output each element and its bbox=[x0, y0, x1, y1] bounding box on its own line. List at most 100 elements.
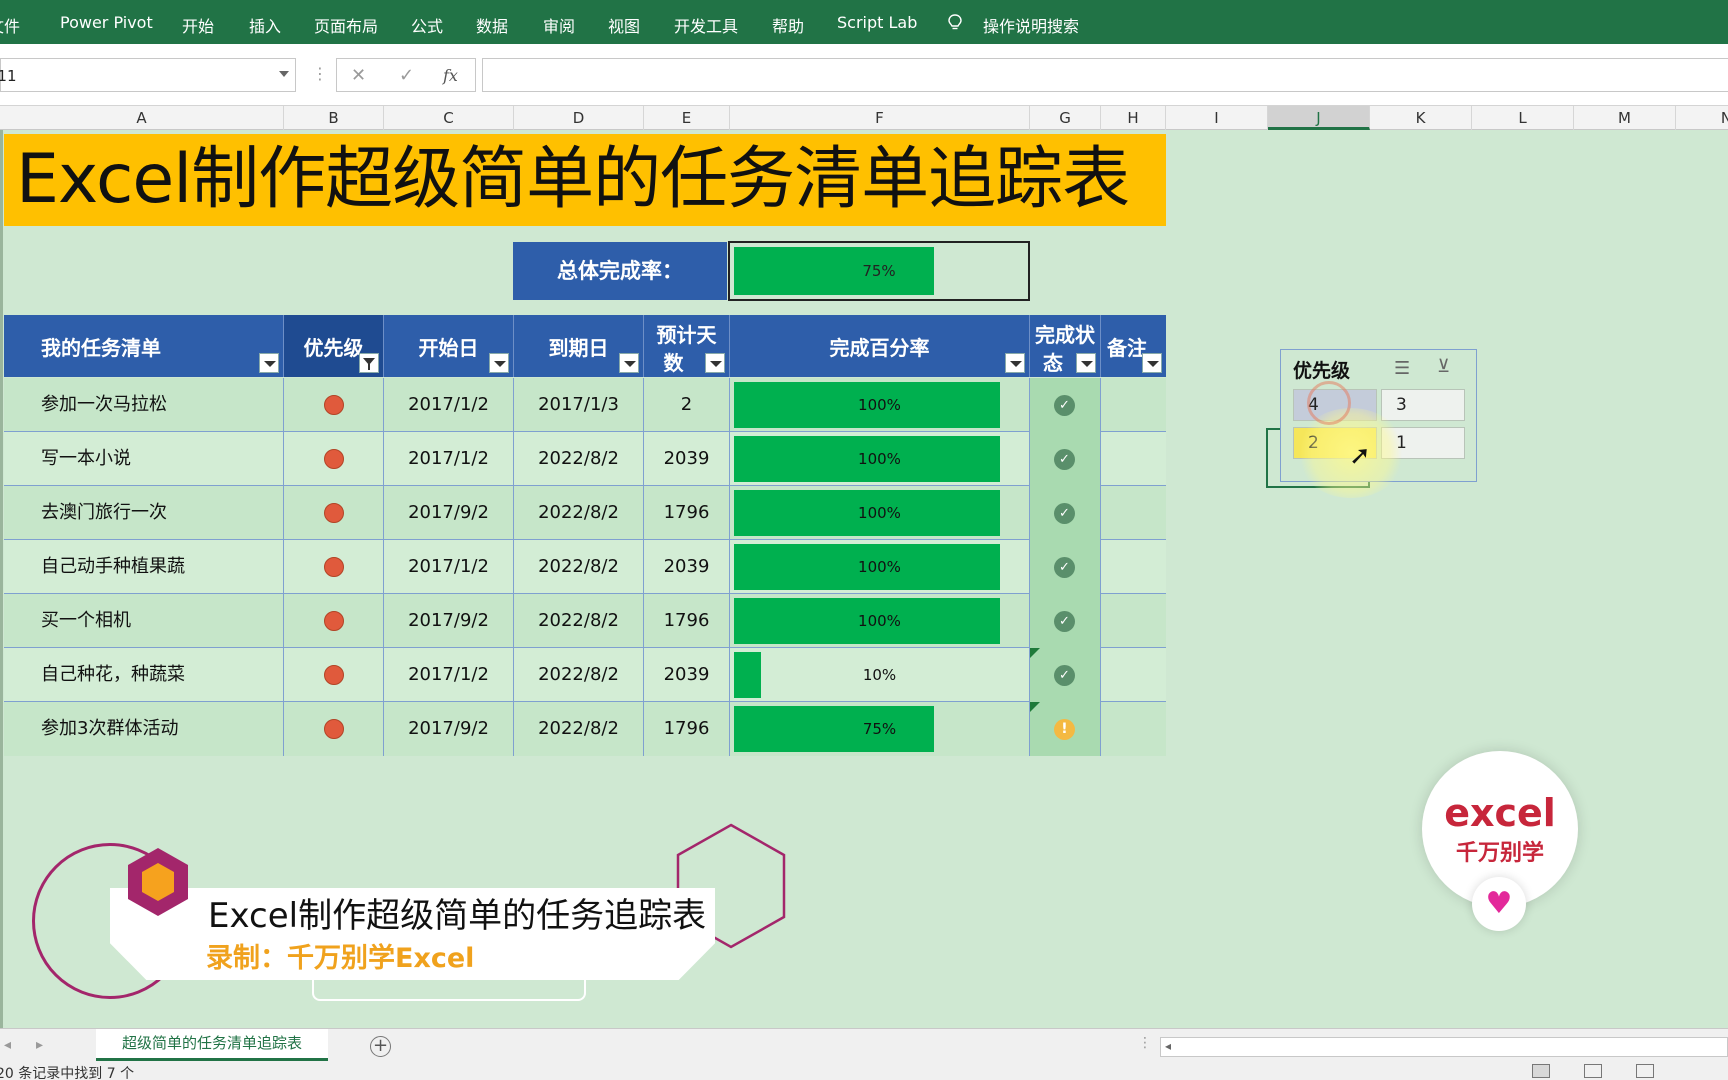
overall-completion-cell[interactable]: 75% bbox=[728, 241, 1030, 301]
task-name[interactable]: 自己种花，种蔬菜 bbox=[4, 648, 284, 702]
table-row[interactable]: 买一个相机 2017/9/2 2022/8/2 1796 100% ✓ bbox=[4, 594, 1166, 648]
filter-dropdown-icon[interactable] bbox=[705, 353, 725, 373]
note-cell[interactable] bbox=[1101, 594, 1166, 648]
column-header-n[interactable]: N bbox=[1676, 106, 1728, 130]
table-row[interactable]: 自己动手种植果蔬 2017/1/2 2022/8/2 2039 100% ✓ bbox=[4, 540, 1166, 594]
sheet-tab-active[interactable]: 超级简单的任务清单追踪表 bbox=[96, 1029, 328, 1061]
end-date[interactable]: 2022/8/2 bbox=[514, 702, 644, 756]
end-date[interactable]: 2022/8/2 bbox=[514, 540, 644, 594]
priority-cell[interactable] bbox=[284, 378, 384, 432]
formula-bar-grip-icon[interactable]: ⋮ bbox=[312, 64, 328, 83]
percent-cell[interactable]: 100% bbox=[730, 594, 1030, 648]
priority-cell[interactable] bbox=[284, 594, 384, 648]
tab-formulas[interactable]: 公式 bbox=[411, 13, 443, 37]
estimated-days[interactable]: 2039 bbox=[644, 648, 730, 702]
filter-dropdown-icon[interactable] bbox=[1076, 353, 1096, 373]
tab-help[interactable]: 帮助 bbox=[772, 13, 804, 37]
enter-icon[interactable]: ✓ bbox=[399, 65, 414, 86]
filter-dropdown-icon[interactable] bbox=[259, 353, 279, 373]
percent-cell[interactable]: 75% bbox=[730, 702, 1030, 756]
percent-cell[interactable]: 100% bbox=[730, 432, 1030, 486]
header-priority[interactable]: 优先级 bbox=[284, 315, 384, 377]
task-name[interactable]: 自己动手种植果蔬 bbox=[4, 540, 284, 594]
estimated-days[interactable]: 1796 bbox=[644, 702, 730, 756]
scroll-right-icon[interactable]: ▸ bbox=[36, 1037, 43, 1053]
header-start[interactable]: 开始日 bbox=[384, 315, 514, 377]
start-date[interactable]: 2017/9/2 bbox=[384, 486, 514, 540]
percent-cell[interactable]: 100% bbox=[730, 540, 1030, 594]
estimated-days[interactable]: 1796 bbox=[644, 594, 730, 648]
tab-home[interactable]: 开始 bbox=[182, 13, 214, 37]
formula-input[interactable] bbox=[482, 58, 1728, 92]
clear-filter-icon[interactable]: ⊻ bbox=[1437, 356, 1450, 377]
priority-cell[interactable] bbox=[284, 540, 384, 594]
header-note[interactable]: 备注 bbox=[1101, 315, 1166, 377]
estimated-days[interactable]: 2 bbox=[644, 378, 730, 432]
priority-cell[interactable] bbox=[284, 648, 384, 702]
tab-developer[interactable]: 开发工具 bbox=[674, 13, 738, 37]
column-header-a[interactable]: A bbox=[0, 106, 284, 130]
tab-data[interactable]: 数据 bbox=[476, 13, 508, 37]
horizontal-scrollbar[interactable]: ◂ bbox=[1160, 1037, 1728, 1057]
header-days[interactable]: 预计天 数 bbox=[644, 315, 730, 377]
tab-view[interactable]: 视图 bbox=[608, 13, 640, 37]
header-percent[interactable]: 完成百分率 bbox=[730, 315, 1030, 377]
overall-completion-label[interactable]: 总体完成率： bbox=[513, 242, 727, 300]
percent-cell[interactable]: 100% bbox=[730, 486, 1030, 540]
column-header-g[interactable]: G bbox=[1030, 106, 1101, 130]
page-break-view-icon[interactable] bbox=[1636, 1064, 1654, 1078]
end-date[interactable]: 2022/8/2 bbox=[514, 486, 644, 540]
filter-applied-icon[interactable] bbox=[359, 353, 379, 373]
tab-power-pivot[interactable]: Power Pivot bbox=[60, 13, 153, 32]
task-name[interactable]: 参加一次马拉松 bbox=[4, 378, 284, 432]
priority-cell[interactable] bbox=[284, 432, 384, 486]
start-date[interactable]: 2017/1/2 bbox=[384, 378, 514, 432]
filter-dropdown-icon[interactable] bbox=[489, 353, 509, 373]
column-header-l[interactable]: L bbox=[1472, 106, 1574, 130]
header-status[interactable]: 完成状 态 bbox=[1030, 315, 1101, 377]
status-cell[interactable]: ✓ bbox=[1030, 648, 1101, 702]
note-cell[interactable] bbox=[1101, 378, 1166, 432]
start-date[interactable]: 2017/1/2 bbox=[384, 432, 514, 486]
status-cell[interactable]: ✓ bbox=[1030, 594, 1101, 648]
task-name[interactable]: 写一本小说 bbox=[4, 432, 284, 486]
tab-script-lab[interactable]: Script Lab bbox=[837, 13, 917, 32]
start-date[interactable]: 2017/9/2 bbox=[384, 702, 514, 756]
note-cell[interactable] bbox=[1101, 486, 1166, 540]
percent-cell[interactable]: 100% bbox=[730, 378, 1030, 432]
estimated-days[interactable]: 2039 bbox=[644, 432, 730, 486]
filter-dropdown-icon[interactable] bbox=[1005, 353, 1025, 373]
estimated-days[interactable]: 2039 bbox=[644, 540, 730, 594]
column-header-d[interactable]: D bbox=[514, 106, 644, 130]
tab-insert[interactable]: 插入 bbox=[249, 13, 281, 37]
table-row[interactable]: 参加一次马拉松 2017/1/2 2017/1/3 2 100% ✓ bbox=[4, 378, 1166, 432]
tab-split-grip-icon[interactable]: ⋮ bbox=[1138, 1035, 1152, 1051]
column-header-h[interactable]: H bbox=[1101, 106, 1166, 130]
chevron-down-icon[interactable] bbox=[279, 71, 289, 77]
multi-select-icon[interactable]: ☰ bbox=[1394, 358, 1410, 379]
priority-cell[interactable] bbox=[284, 702, 384, 756]
column-header-i[interactable]: I bbox=[1166, 106, 1268, 130]
scroll-left-icon[interactable]: ◂ bbox=[4, 1037, 11, 1053]
tell-me-search[interactable]: 操作说明搜索 bbox=[983, 13, 1079, 37]
sheet-title[interactable]: Excel制作超级简单的任务清单追踪表 bbox=[4, 134, 1166, 226]
column-header-m[interactable]: M bbox=[1574, 106, 1676, 130]
column-header-e[interactable]: E bbox=[644, 106, 730, 130]
priority-cell[interactable] bbox=[284, 486, 384, 540]
note-cell[interactable] bbox=[1101, 648, 1166, 702]
column-header-b[interactable]: B bbox=[284, 106, 384, 130]
insert-function-icon[interactable]: fx bbox=[443, 66, 458, 85]
status-cell[interactable]: ✓ bbox=[1030, 432, 1101, 486]
table-row[interactable]: 自己种花，种蔬菜 2017/1/2 2022/8/2 2039 10% ✓ bbox=[4, 648, 1166, 702]
start-date[interactable]: 2017/1/2 bbox=[384, 540, 514, 594]
end-date[interactable]: 2022/8/2 bbox=[514, 432, 644, 486]
column-header-j[interactable]: J bbox=[1268, 106, 1370, 130]
normal-view-icon[interactable] bbox=[1532, 1064, 1550, 1078]
cancel-icon[interactable]: ✕ bbox=[351, 65, 366, 86]
column-header-c[interactable]: C bbox=[384, 106, 514, 130]
status-cell[interactable]: ! bbox=[1030, 702, 1101, 756]
column-header-f[interactable]: F bbox=[730, 106, 1030, 130]
start-date[interactable]: 2017/9/2 bbox=[384, 594, 514, 648]
task-name[interactable]: 买一个相机 bbox=[4, 594, 284, 648]
page-layout-view-icon[interactable] bbox=[1584, 1064, 1602, 1078]
